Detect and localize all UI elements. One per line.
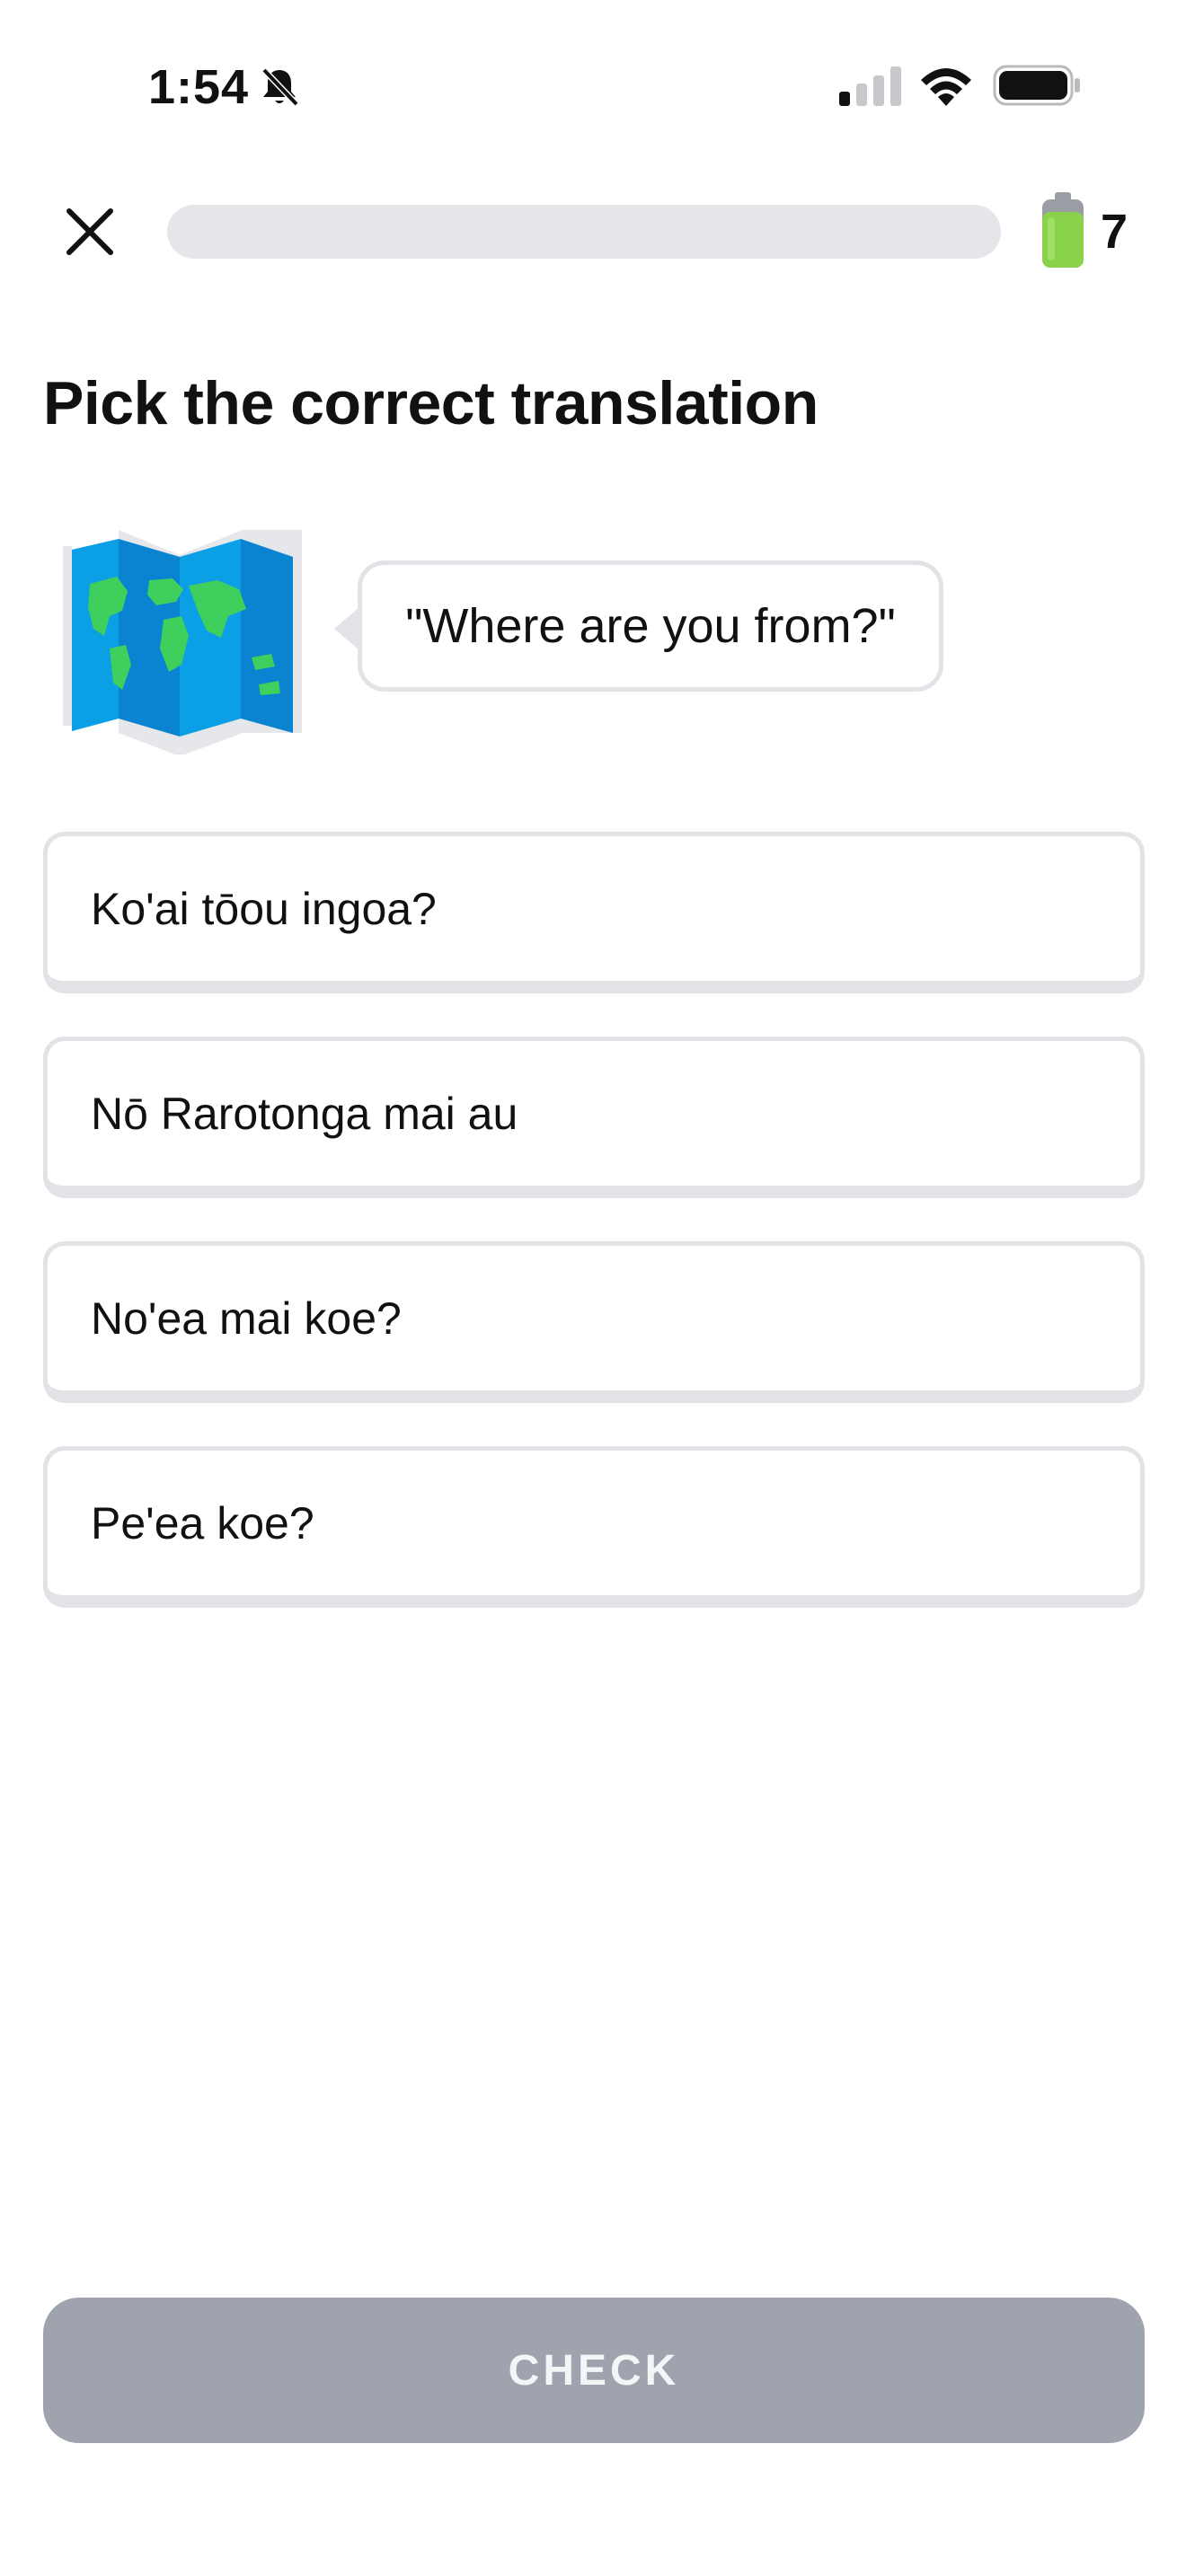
prompt-phrase: "Where are you from?" xyxy=(405,599,896,653)
answer-option[interactable]: Pe'ea koe? xyxy=(43,1446,1145,1608)
energy-battery-icon xyxy=(1042,192,1084,268)
close-button[interactable] xyxy=(54,196,126,268)
answer-option-label: Ko'ai tōou ingoa? xyxy=(91,883,437,934)
bell-slash-icon xyxy=(261,67,299,107)
close-icon xyxy=(66,208,113,255)
lesson-progress-bar xyxy=(167,205,1001,259)
check-button[interactable]: CHECK xyxy=(43,2298,1145,2443)
check-button-label: CHECK xyxy=(508,2346,680,2395)
answer-option-label: Nō Rarotonga mai au xyxy=(91,1088,518,1139)
answer-options: Ko'ai tōou ingoa? Nō Rarotonga mai au No… xyxy=(43,832,1145,1651)
energy-count: 7 xyxy=(1101,205,1128,259)
answer-option-label: Pe'ea koe? xyxy=(91,1497,314,1548)
status-time: 1:54 xyxy=(148,60,250,114)
cellular-signal-icon xyxy=(839,66,901,106)
answer-option[interactable]: Ko'ai tōou ingoa? xyxy=(43,832,1145,993)
answer-option[interactable]: Nō Rarotonga mai au xyxy=(43,1037,1145,1198)
wifi-icon xyxy=(921,68,971,106)
speech-bubble-tail xyxy=(334,607,359,650)
status-bar: 1:54 xyxy=(0,0,1186,171)
answer-option-label: No'ea mai koe? xyxy=(91,1292,402,1344)
battery-icon xyxy=(993,65,1080,106)
world-map-icon xyxy=(63,530,302,754)
answer-option[interactable]: No'ea mai koe? xyxy=(43,1241,1145,1403)
speech-bubble: "Where are you from?" xyxy=(358,560,943,692)
page-title: Pick the correct translation xyxy=(43,369,819,437)
